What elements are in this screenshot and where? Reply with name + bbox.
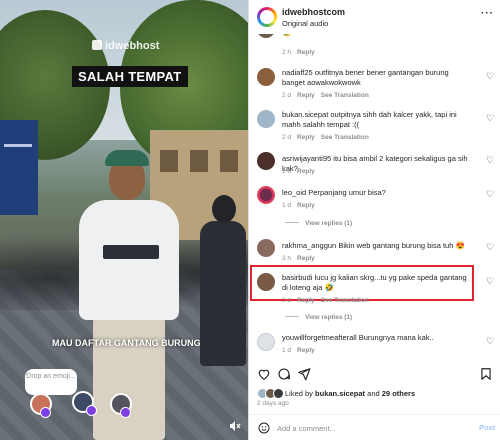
comment-meta: 1 d Reply	[282, 168, 315, 175]
heart-icon[interactable]: ♡	[486, 114, 495, 123]
comment-text: 😢	[282, 34, 472, 38]
comment-username[interactable]: bukan.sicepat	[282, 110, 328, 119]
list-item: leo_oid Perpanjang umur bisa? 1 d Reply ♡	[249, 186, 500, 216]
liked-by-others[interactable]: 29 others	[382, 389, 415, 398]
comment-meta: 1 d Reply	[282, 202, 315, 209]
list-item: nadiaff25 outfitnya bener bener gantanga…	[249, 68, 500, 104]
heart-icon[interactable]: ♡	[486, 190, 495, 199]
reaction-badge-icon	[120, 407, 131, 418]
list-item: asriwijayanti95 itu bisa ambil 2 kategor…	[249, 152, 500, 182]
idwebhost-logo-icon	[92, 40, 102, 50]
see-translation-link[interactable]: See Translation	[321, 92, 369, 99]
emoji-icon[interactable]	[258, 422, 270, 434]
comment-meta: 3 h Reply	[282, 255, 315, 262]
comment-meta: 2 d Reply See Translation	[282, 297, 369, 304]
comment-text: basirbudi lucu jg kalian skrg...tu yg pa…	[282, 273, 467, 292]
video-player[interactable]: idwebhost SALAH TEMPAT MAU DAFTAR GANTAN…	[0, 0, 248, 440]
comment-meta: 2 h Reply	[282, 49, 315, 56]
comment-text: rakhma_anggun Bikin web gantang burung b…	[282, 241, 465, 250]
heart-icon[interactable]: ♡	[486, 277, 495, 286]
list-item: rakhma_anggun Bikin web gantang burung b…	[249, 239, 500, 269]
video-background-person	[200, 195, 246, 366]
heart-icon[interactable]: ♡	[486, 72, 495, 81]
liker-avatars	[257, 388, 285, 399]
comment-text: nadiaff25 outfitnya bener bener gantanga…	[282, 68, 449, 87]
avatar[interactable]	[257, 7, 277, 27]
comment-username[interactable]: leo_oid	[282, 188, 306, 197]
avatar[interactable]	[257, 239, 275, 257]
audio-label[interactable]: Original audio	[282, 19, 328, 28]
comment-text: youwillforgetmeafterall Burungnya mana k…	[282, 333, 434, 342]
comment-list: 😢 2 hReply nadiaff25 outfitnya bener ben…	[249, 34, 500, 359]
reply-button[interactable]: Reply	[297, 168, 315, 175]
see-translation-link[interactable]: See Translation	[321, 297, 369, 304]
list-item: youwillforgetmeafterall Burungnya mana k…	[249, 333, 500, 359]
comment-username[interactable]: asriwijayanti95	[282, 154, 331, 163]
list-item: 😢 2 hReply	[249, 34, 500, 56]
avatar[interactable]	[257, 34, 275, 38]
post-username[interactable]: idwebhostcom	[282, 7, 345, 17]
video-banner	[0, 120, 38, 215]
reply-button[interactable]: Reply	[297, 347, 315, 354]
heart-icon[interactable]	[257, 367, 271, 381]
comment-meta: 2 d Reply See Translation	[282, 92, 369, 99]
post-button[interactable]: Post	[479, 423, 495, 432]
view-replies-link[interactable]: View replies (1)	[285, 220, 352, 227]
comment-meta: 1 d Reply	[282, 347, 315, 354]
share-icon[interactable]	[297, 367, 311, 381]
comment-username[interactable]: youwillforgetmeafterall	[282, 333, 357, 342]
avatar	[273, 388, 284, 399]
comment-text: bukan.sicepat outpitnya sihh dah kalcer …	[282, 110, 457, 129]
avatar[interactable]	[257, 152, 275, 170]
bookmark-icon[interactable]	[479, 367, 493, 381]
liked-by-user[interactable]: bukan.sicepat	[315, 389, 365, 398]
heart-icon[interactable]: ♡	[486, 156, 495, 165]
reply-button[interactable]: Reply	[297, 297, 315, 304]
see-translation-link[interactable]: See Translation	[321, 134, 369, 141]
video-watermark: idwebhost	[92, 40, 159, 52]
view-replies-link[interactable]: View replies (1)	[285, 314, 352, 321]
reply-button[interactable]: Reply	[297, 255, 315, 262]
reply-button[interactable]: Reply	[297, 49, 315, 56]
avatar[interactable]	[257, 273, 275, 291]
list-item: bukan.sicepat outpitnya sihh dah kalcer …	[249, 110, 500, 146]
speaker-muted-icon[interactable]	[228, 420, 242, 434]
heart-icon[interactable]: ♡	[486, 337, 495, 346]
reply-button[interactable]: Reply	[297, 134, 315, 141]
avatar[interactable]	[257, 68, 275, 86]
more-horizontal-icon[interactable]: ···	[481, 8, 494, 19]
avatar[interactable]	[257, 186, 275, 204]
comment-text: leo_oid Perpanjang umur bisa?	[282, 188, 386, 197]
comment-icon[interactable]	[277, 367, 291, 381]
comment-input[interactable]	[277, 421, 447, 435]
comment-panel: idwebhostcom Original audio ··· 😢 2 hRep…	[248, 0, 500, 440]
reaction-badge-icon	[86, 405, 97, 416]
post-action-bar	[249, 362, 500, 386]
list-item: basirbudi lucu jg kalian skrg...tu yg pa…	[249, 273, 500, 309]
avatar[interactable]	[257, 333, 275, 351]
avatar[interactable]	[257, 110, 275, 128]
video-title-tag: SALAH TEMPAT	[72, 66, 188, 87]
video-caption: MAU DAFTAR GANTANG BURUNG	[52, 338, 201, 348]
reply-button[interactable]: Reply	[297, 202, 315, 209]
post-date: 2 days ago	[257, 400, 289, 407]
comment-username[interactable]: nadiaff25	[282, 68, 313, 77]
comment-meta: 2 d Reply See Translation	[282, 134, 369, 141]
comment-username[interactable]: rakhma_anggun	[282, 241, 336, 250]
reply-button[interactable]: Reply	[297, 92, 315, 99]
reaction-badge-icon	[40, 407, 51, 418]
post-header: idwebhostcom Original audio ···	[249, 0, 500, 34]
emoji-reaction-prompt[interactable]: Drop an emoji...	[25, 369, 77, 395]
add-comment-bar: Post	[249, 414, 500, 440]
heart-icon[interactable]: ♡	[486, 243, 495, 252]
comment-username[interactable]: basirbudi	[282, 273, 312, 282]
